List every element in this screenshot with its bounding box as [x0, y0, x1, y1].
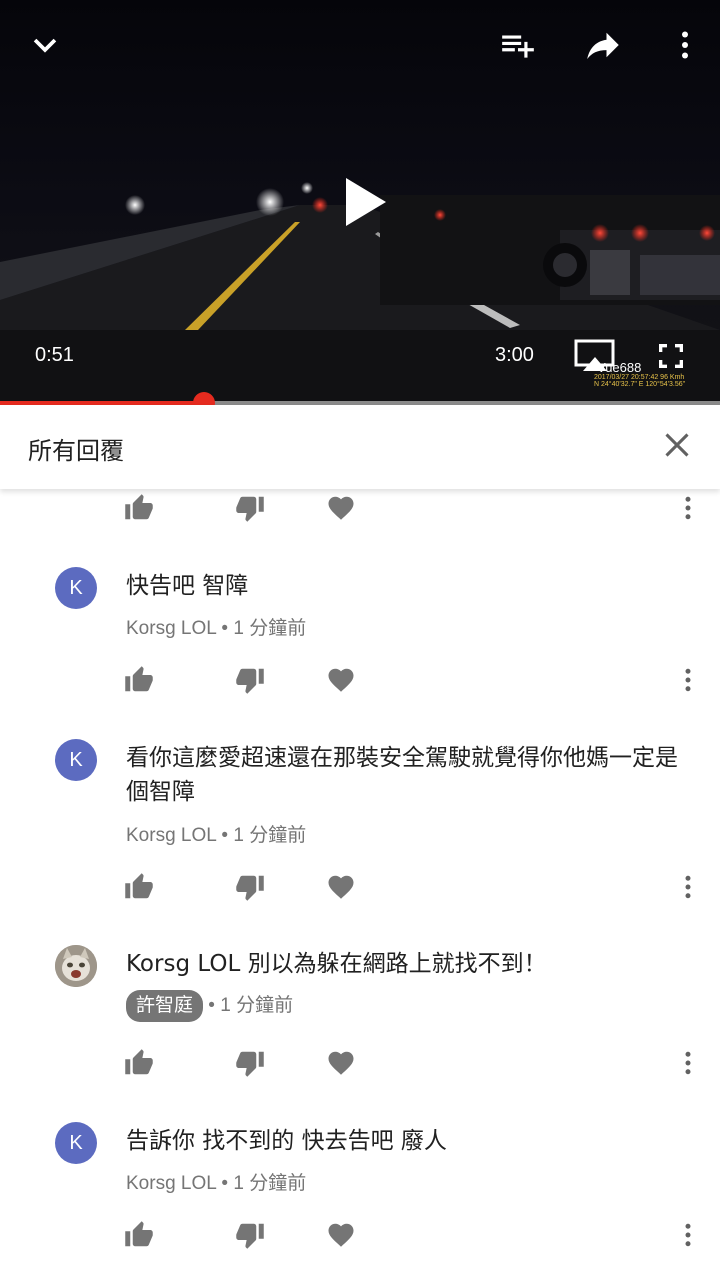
comment-meta: Korsg LOL • 1 分鐘前	[126, 613, 306, 640]
more-options-button[interactable]	[660, 20, 710, 70]
video-player[interactable]: Vue688 2017/03/27 20:57:42 96 Kmh N 24°4…	[0, 0, 720, 402]
more-vert-icon	[673, 493, 703, 523]
thumb-down-icon	[235, 665, 265, 695]
comment-more-button[interactable]	[671, 663, 705, 697]
comment-time: 1 分鐘前	[220, 995, 294, 1016]
heart-button[interactable]	[324, 491, 358, 525]
more-vert-icon	[682, 31, 688, 59]
comment-text: 看你這麼愛超速還在那裝安全駕駛就覺得你他媽一定是個智障	[126, 745, 678, 805]
like-button[interactable]	[122, 491, 156, 525]
comment-author[interactable]: Korsg LOL	[126, 618, 216, 639]
more-vert-icon	[673, 1220, 703, 1250]
more-vert-icon	[673, 1048, 703, 1078]
thumb-up-icon	[124, 1220, 154, 1250]
playlist-add-icon	[502, 35, 534, 58]
cat-photo-icon	[55, 945, 97, 987]
comment-author[interactable]: Korsg LOL	[126, 825, 216, 846]
comment-actions	[0, 1218, 720, 1258]
dislike-button[interactable]	[233, 870, 267, 904]
meta-separator: •	[221, 825, 229, 846]
like-button[interactable]	[122, 1218, 156, 1252]
like-button[interactable]	[122, 1046, 156, 1080]
comment-more-button[interactable]	[671, 870, 705, 904]
like-button[interactable]	[122, 870, 156, 904]
heart-icon	[326, 1220, 356, 1250]
heart-button[interactable]	[324, 870, 358, 904]
meta-separator: •	[221, 618, 229, 639]
comment-text: 告訴你 找不到的 快去告吧 廢人	[126, 1128, 447, 1154]
fullscreen-icon	[659, 344, 683, 368]
dislike-button[interactable]	[233, 491, 267, 525]
thumb-down-icon	[235, 872, 265, 902]
meta-separator: •	[221, 1173, 229, 1194]
comment-time: 1 分鐘前	[233, 1173, 307, 1194]
dashcam-overlay-line2: N 24°40'32.7" E 120°54'3.56"	[594, 380, 686, 388]
replies-list[interactable]: K 快告吧 智障 Korsg LOL • 1 分鐘前 K 看你這麼愛超速還在那裝…	[0, 489, 720, 1280]
author-chip[interactable]: 許智庭	[126, 990, 204, 1022]
comment-text: 快告吧 智障	[126, 573, 249, 599]
comment-meta: 許智庭 • 1 分鐘前	[126, 990, 293, 1022]
share-icon	[587, 32, 619, 59]
comment-more-button[interactable]	[671, 1046, 705, 1080]
share-button[interactable]	[578, 20, 628, 70]
more-vert-icon	[673, 872, 703, 902]
dashcam-overlay-line1: 2017/03/27 20:57:42 96 Kmh	[594, 374, 684, 381]
comment-text: Korsg LOL 別以為躲在網路上就找不到！	[126, 951, 547, 977]
dislike-button[interactable]	[233, 1218, 267, 1252]
heart-button[interactable]	[324, 1046, 358, 1080]
heart-icon	[326, 493, 356, 523]
comment-meta: Korsg LOL • 1 分鐘前	[126, 1168, 306, 1195]
comment-actions	[0, 663, 720, 703]
play-icon	[346, 178, 386, 226]
cast-button[interactable]	[574, 338, 616, 374]
heart-button[interactable]	[324, 1218, 358, 1252]
close-icon	[665, 433, 689, 457]
thumb-up-icon	[124, 872, 154, 902]
play-button[interactable]	[337, 172, 393, 232]
heart-icon	[326, 1048, 356, 1078]
comment-meta: Korsg LOL • 1 分鐘前	[126, 820, 306, 847]
avatar[interactable]: K	[55, 567, 97, 609]
avatar[interactable]: K	[55, 739, 97, 781]
thumb-down-icon	[235, 493, 265, 523]
chevron-down-icon	[33, 38, 57, 53]
duration-time: 3:00	[495, 344, 534, 366]
fullscreen-button[interactable]	[655, 340, 689, 374]
thumb-up-icon	[124, 1048, 154, 1078]
comment-actions	[0, 491, 720, 531]
heart-icon	[326, 665, 356, 695]
heart-icon	[326, 872, 356, 902]
meta-separator: •	[208, 995, 215, 1016]
more-vert-icon	[673, 665, 703, 695]
heart-button[interactable]	[324, 663, 358, 697]
avatar-cat-photo[interactable]	[55, 945, 97, 987]
comment-more-button[interactable]	[671, 491, 705, 525]
comment-time: 1 分鐘前	[233, 825, 307, 846]
comment-author[interactable]: Korsg LOL	[126, 1173, 216, 1194]
collapse-button[interactable]	[20, 20, 70, 70]
avatar[interactable]: K	[55, 1122, 97, 1164]
thumb-up-icon	[124, 665, 154, 695]
comment-actions	[0, 1046, 720, 1086]
cast-icon	[574, 339, 615, 371]
dislike-button[interactable]	[233, 1046, 267, 1080]
replies-title: 所有回覆	[28, 437, 124, 465]
thumb-up-icon	[124, 493, 154, 523]
add-to-playlist-button[interactable]	[493, 20, 543, 70]
comment-actions	[0, 870, 720, 910]
replies-header: 所有回覆	[0, 405, 720, 489]
comment-more-button[interactable]	[671, 1218, 705, 1252]
thumb-down-icon	[235, 1220, 265, 1250]
dislike-button[interactable]	[233, 663, 267, 697]
close-replies-button[interactable]	[662, 427, 692, 463]
comment-time: 1 分鐘前	[233, 618, 307, 639]
like-button[interactable]	[122, 663, 156, 697]
current-time: 0:51	[35, 344, 74, 366]
thumb-down-icon	[235, 1048, 265, 1078]
